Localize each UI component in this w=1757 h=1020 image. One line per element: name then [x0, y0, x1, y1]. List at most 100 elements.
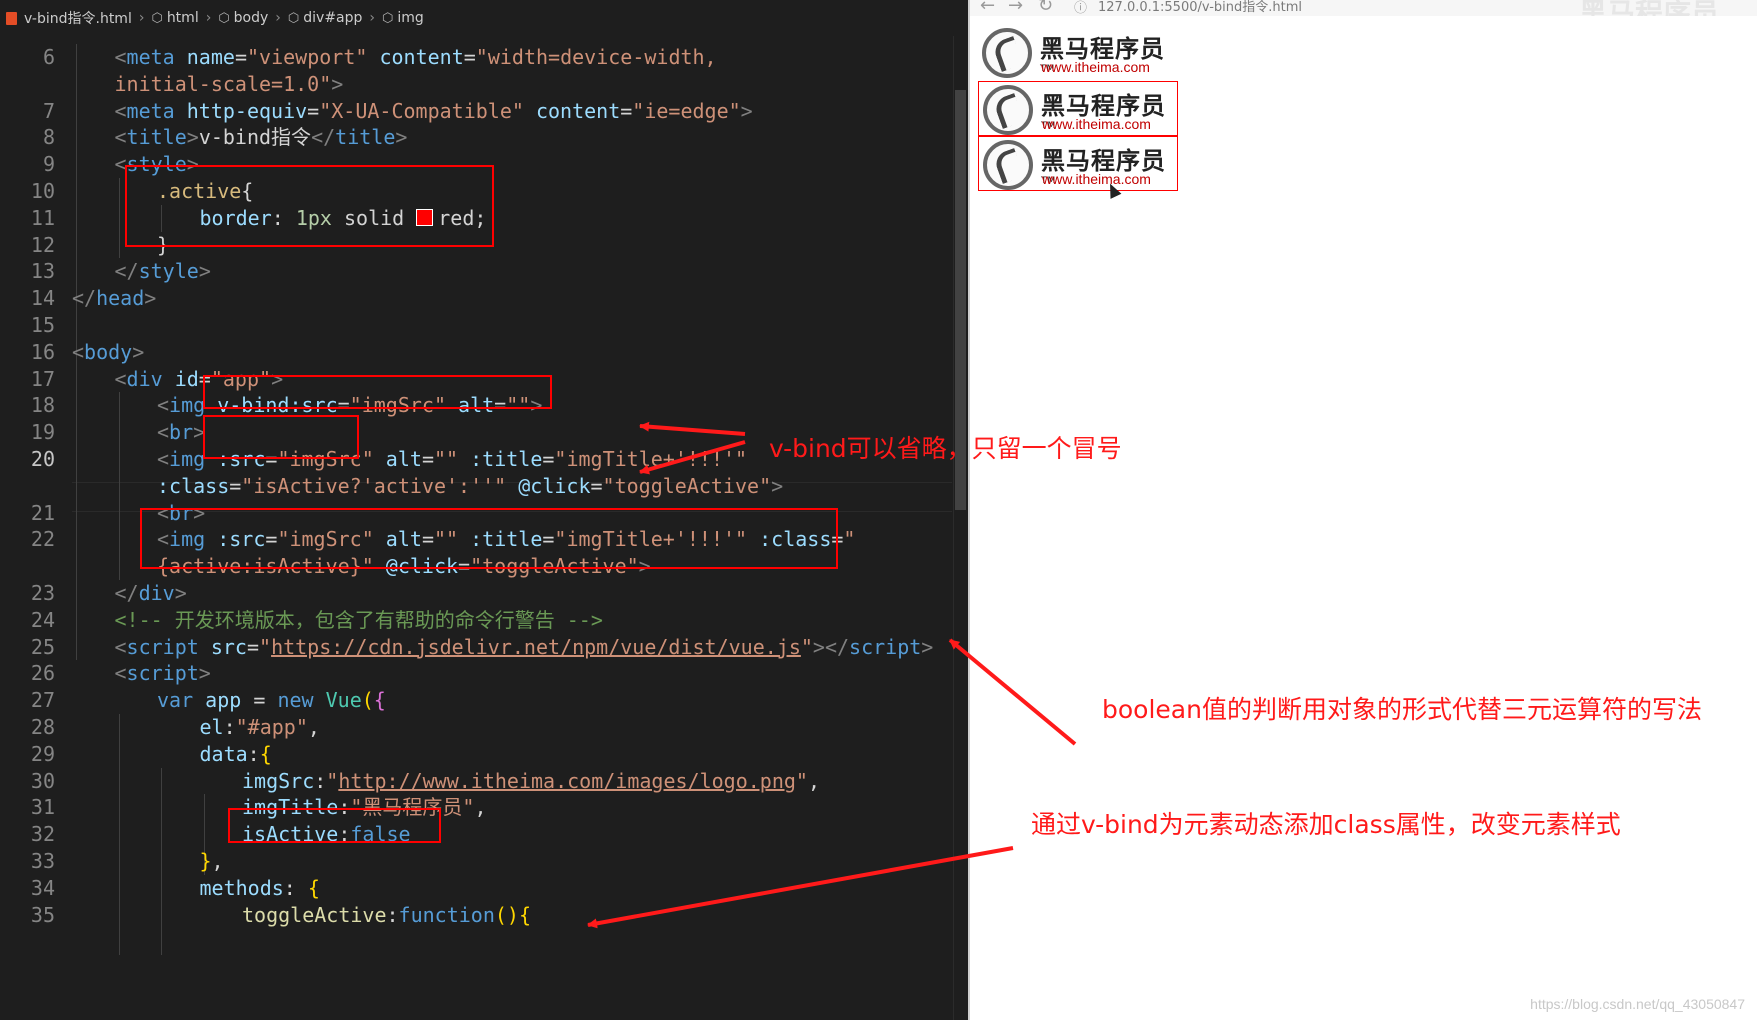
- address-bar[interactable]: 127.0.0.1:5500/v-bind指令.html: [1098, 0, 1302, 15]
- html-file-icon: [6, 11, 17, 25]
- highlight-box-vbind-src: [203, 375, 552, 409]
- code-token: new: [277, 688, 314, 713]
- code-line[interactable]: </head>: [72, 283, 156, 313]
- code-token: =: [542, 447, 555, 471]
- code-token: meta: [126, 45, 175, 69]
- highlight-box-active-style: [125, 165, 494, 247]
- code-line[interactable]: </style>: [115, 256, 211, 286]
- logo-image-1[interactable]: 黑马程序员TM www.itheima.com: [978, 25, 1178, 80]
- code-editor[interactable]: v-bind指令.html › ⬡ html › ⬡ body › ⬡ div#app › ⬡ img …: [0, 0, 968, 1020]
- code-token: content: [523, 98, 621, 123]
- breadcrumb-item[interactable]: v-bind指令.html: [6, 8, 132, 28]
- code-token: :class: [157, 473, 230, 498]
- code-line[interactable]: initial-scale=1.0">: [115, 69, 344, 99]
- code-token: ,: [211, 849, 224, 873]
- annotation-dynamic-class: 通过v-bind为元素动态添加class属性，改变元素样式: [1031, 810, 1621, 839]
- code-token: :: [247, 741, 260, 766]
- code-token: methods: [199, 875, 284, 900]
- code-token: =: [234, 45, 247, 69]
- code-token: v-bind指令: [198, 125, 312, 150]
- breadcrumb-item[interactable]: ⬡ html: [151, 10, 198, 26]
- breadcrumb-item[interactable]: ⬡ div#app: [288, 10, 363, 26]
- code-line[interactable]: methods: {: [200, 873, 320, 903]
- code-line[interactable]: <meta http-equiv="X-UA-Compatible" conte…: [115, 96, 753, 126]
- breadcrumb-label: v-bind指令.html: [24, 11, 132, 27]
- code-token: <: [114, 98, 127, 123]
- code-token: =: [253, 688, 278, 713]
- horse-emblem-icon: [983, 140, 1033, 190]
- code-line[interactable]: toggleActive:function(){: [242, 900, 531, 930]
- code-token: function: [398, 902, 495, 927]
- code-token: img: [169, 447, 206, 471]
- info-icon[interactable]: ⓘ: [1074, 0, 1087, 16]
- csdn-watermark: https://blog.csdn.net/qq_43050847: [1530, 996, 1745, 1012]
- code-token: {: [373, 688, 386, 713]
- back-icon[interactable]: ←: [980, 0, 995, 16]
- code-line[interactable]: <body>: [72, 337, 144, 367]
- code-token: @click: [506, 473, 591, 498]
- code-token: br: [169, 420, 194, 445]
- code-token: "isActive?'active':''": [241, 473, 507, 498]
- logo-image-2[interactable]: 黑马程序员TM www.itheima.com: [978, 81, 1178, 136]
- code-token: name: [174, 45, 235, 69]
- code-token: div: [138, 581, 175, 605]
- code-line[interactable]: <script>: [115, 658, 211, 688]
- breadcrumb-label: body: [233, 10, 269, 26]
- code-token: :: [386, 902, 399, 927]
- code-line[interactable]: data:{: [200, 739, 272, 769]
- video-watermark: 黑马程序员: [1579, 0, 1719, 16]
- horse-emblem-icon: [982, 28, 1032, 78]
- code-token: <: [114, 45, 127, 69]
- code-line[interactable]: imgSrc:"http://www.itheima.com/images/lo…: [242, 766, 820, 796]
- code-token: </: [72, 286, 97, 311]
- code-token: :title: [458, 447, 543, 471]
- browser-toolbar: ← → ↻ ⓘ 127.0.0.1:5500/v-bind指令.html 黑马程…: [970, 0, 1757, 16]
- code-token: ></: [812, 634, 850, 659]
- code-token: <: [114, 366, 127, 391]
- code-line[interactable]: <title>v-bind指令</title>: [115, 122, 408, 152]
- code-token: =: [421, 447, 434, 471]
- code-token: content: [367, 45, 464, 69]
- code-line[interactable]: var app = new Vue({: [157, 685, 386, 715]
- code-line[interactable]: <!-- 开发环境版本，包含了有帮助的命令行警告 -->: [115, 605, 603, 635]
- logo-website: www.itheima.com: [1042, 116, 1151, 132]
- code-token: <: [114, 634, 127, 659]
- code-token: script: [126, 634, 199, 659]
- code-line[interactable]: </div>: [115, 578, 187, 608]
- code-token: </: [114, 581, 139, 605]
- reload-icon[interactable]: ↻: [1038, 0, 1053, 16]
- code-token: "ie=edge": [632, 98, 741, 123]
- code-token: alt: [373, 447, 422, 471]
- code-token: id: [162, 366, 199, 391]
- code-token: title: [335, 125, 396, 150]
- code-token: script: [849, 634, 922, 659]
- code-line[interactable]: <script src="https://cdn.jsdelivr.net/np…: [115, 632, 934, 662]
- code-token: "X-UA-Compatible": [319, 98, 524, 123]
- code-token: =: [229, 473, 242, 498]
- highlight-box-isactive: [228, 808, 441, 843]
- code-line[interactable]: },: [200, 846, 224, 876]
- code-token: >: [771, 473, 784, 498]
- code-token: data: [199, 741, 248, 766]
- element-icon: ⬡: [287, 10, 300, 26]
- code-line[interactable]: <meta name="viewport" content="width=dev…: [115, 42, 717, 72]
- logo-image-3[interactable]: 黑马程序员TM www.itheima.com: [978, 136, 1178, 191]
- browser-window: ← → ↻ ⓘ 127.0.0.1:5500/v-bind指令.html 黑马程…: [968, 0, 1757, 1020]
- code-token: >: [132, 339, 145, 364]
- code-token: =: [620, 98, 633, 123]
- code-token: =: [590, 473, 603, 498]
- highlight-box-short-src: [203, 415, 359, 459]
- code-line[interactable]: :class="isActive?'active':''" @click="to…: [157, 471, 783, 501]
- annotation-boolean-object: boolean值的判断用对象的形式代替三元运算符的写法: [1102, 695, 1702, 724]
- code-token: http://www.itheima.com/images/logo.png: [338, 768, 796, 793]
- code-token: src: [198, 634, 247, 659]
- code-token: }: [199, 849, 212, 873]
- breadcrumb-item[interactable]: ⬡ img: [382, 10, 424, 26]
- breadcrumb-item[interactable]: ⬡ body: [218, 10, 268, 26]
- code-token: var: [157, 688, 194, 713]
- code-line[interactable]: el:"#app",: [200, 712, 320, 742]
- forward-icon[interactable]: →: [1008, 0, 1023, 16]
- horse-emblem-icon: [983, 85, 1033, 135]
- code-line[interactable]: <br>: [157, 417, 205, 447]
